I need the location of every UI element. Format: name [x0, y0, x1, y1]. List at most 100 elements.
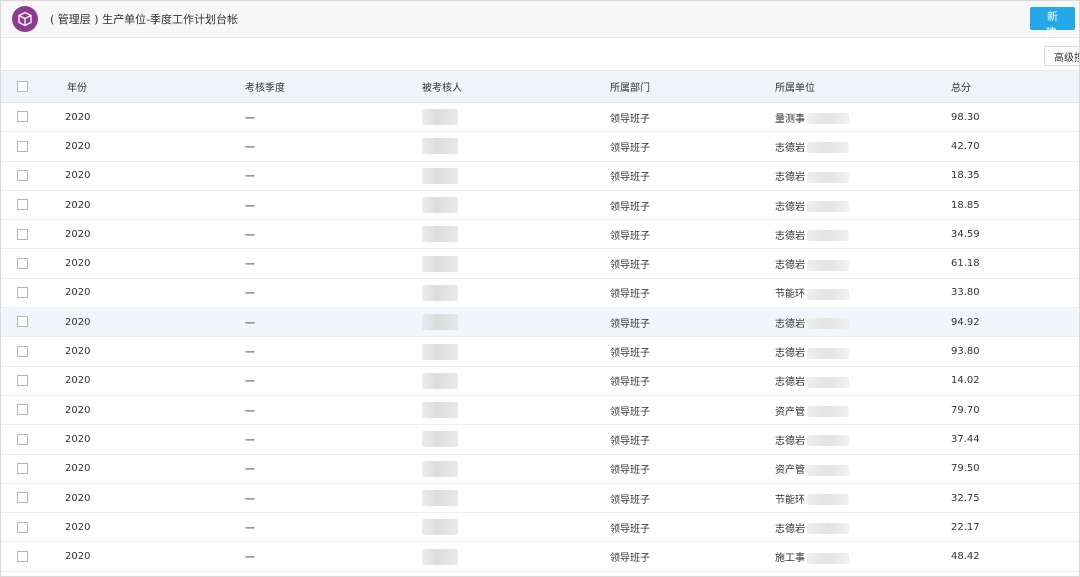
page-title: ( 管理层 ) 生产单位-季度工作计划台帐: [50, 13, 239, 26]
table-row[interactable]: 2020 一 领导班子 节能环 32.75: [1, 483, 1079, 513]
cell-year: 2020: [65, 170, 91, 182]
cell-unit: 志德岩: [775, 190, 951, 219]
row-checkbox[interactable]: [17, 404, 28, 416]
redacted-name: [422, 372, 458, 389]
table-row[interactable]: 2020 一 领导班子 志德岩 22.17: [1, 513, 1079, 542]
table-row[interactable]: 2020 一 领导班子 志德岩 37.44: [1, 425, 1079, 455]
redacted-unit: [807, 406, 849, 418]
column-header-unit[interactable]: 所属单位: [775, 70, 951, 103]
column-header-score[interactable]: 总分: [951, 70, 1079, 103]
table-row[interactable]: 2020 一 领导班子 志德岩 61.18: [1, 249, 1079, 279]
row-checkbox[interactable]: [17, 140, 28, 152]
row-checkbox[interactable]: [17, 550, 28, 562]
cell-score: 37.44: [951, 433, 980, 445]
row-select-cell: [1, 220, 65, 249]
cell-unit: 志德岩: [775, 337, 951, 366]
row-checkbox[interactable]: [17, 287, 28, 299]
row-checkbox[interactable]: [17, 462, 28, 474]
cell-person: [422, 161, 610, 190]
table-row[interactable]: 2020 一 领导班子 节能环 33.80: [1, 278, 1079, 308]
redacted-unit: [807, 142, 849, 154]
table-row[interactable]: 2020 一 领导班子 资产管 79.50: [1, 454, 1079, 484]
table-row[interactable]: 2020 一 领导班子 施工事 48.42: [1, 542, 1079, 572]
row-checkbox[interactable]: [17, 169, 28, 181]
table-row[interactable]: 2020 一 领导班子 志德岩 18.35: [1, 161, 1079, 191]
row-select-cell: [1, 425, 65, 454]
select-all-checkbox[interactable]: [17, 80, 28, 92]
redacted-name: [422, 343, 458, 360]
column-header-department[interactable]: 所属部门: [610, 70, 775, 103]
advanced-search-button[interactable]: 高级搜: [1044, 46, 1079, 66]
cell-person: [422, 220, 610, 249]
cell-person: [422, 337, 610, 366]
unit-text: 志德岩: [775, 377, 805, 389]
cell-person: [422, 542, 610, 571]
table-row[interactable]: 2020 一 领导班子 志德岩 93.80: [1, 337, 1079, 367]
cell-person: [422, 190, 610, 219]
redacted-unit: [807, 464, 849, 476]
column-header-year[interactable]: 年份: [65, 70, 245, 103]
row-select-cell: [1, 337, 65, 366]
table-row[interactable]: 2020 一 领导班子 志德岩 94.92: [1, 307, 1079, 337]
cell-unit: 志德岩: [775, 366, 951, 395]
row-checkbox[interactable]: [17, 111, 28, 123]
cell-person: [422, 454, 610, 483]
cell-year: 2020: [65, 521, 91, 533]
cell-department: 领导班子: [610, 435, 650, 447]
redacted-name: [422, 548, 458, 565]
unit-text: 资产管: [775, 465, 805, 477]
row-checkbox[interactable]: [17, 345, 28, 357]
cell-year: 2020: [65, 199, 91, 211]
toolbar: 高级搜: [1, 38, 1079, 70]
column-header-person[interactable]: 被考核人: [422, 70, 610, 103]
redacted-unit: [807, 201, 849, 213]
redacted-unit: [807, 376, 849, 388]
cell-unit: 节能环: [775, 483, 951, 512]
cell-quarter: 一: [245, 465, 255, 477]
row-checkbox[interactable]: [17, 433, 28, 445]
row-checkbox[interactable]: [17, 257, 28, 269]
redacted-name: [422, 138, 458, 155]
cell-year: 2020: [65, 404, 91, 416]
redacted-name: [422, 255, 458, 272]
column-header-quarter[interactable]: 考核季度: [245, 70, 422, 103]
cell-person: [422, 513, 610, 542]
cell-unit: 志德岩: [775, 425, 951, 454]
cell-score: 34.59: [951, 228, 980, 240]
redacted-name: [422, 197, 458, 214]
cell-quarter: 一: [245, 230, 255, 242]
cell-score: 33.80: [951, 287, 980, 299]
cell-score: 79.70: [951, 404, 980, 416]
row-checkbox[interactable]: [17, 199, 28, 211]
cell-score: 22.17: [951, 521, 980, 533]
cell-score: 18.85: [951, 199, 980, 211]
table-row[interactable]: 2020 一 领导班子 志德岩 42.70: [1, 132, 1079, 162]
row-checkbox[interactable]: [17, 521, 28, 533]
cell-score: 94.92: [951, 316, 980, 328]
new-button[interactable]: 新 建: [1030, 7, 1075, 39]
table-row[interactable]: 2020 一 领导班子 志德岩 14.02: [1, 366, 1079, 396]
cell-department: 领导班子: [610, 230, 650, 242]
cell-person: [422, 249, 610, 278]
row-checkbox[interactable]: [17, 492, 28, 504]
unit-text: 志德岩: [775, 435, 805, 447]
cell-department: 领导班子: [610, 113, 650, 125]
cell-quarter: 一: [245, 553, 255, 565]
row-select-cell: [1, 454, 65, 483]
unit-text: 资产管: [775, 406, 805, 418]
table-row[interactable]: 2020 一 领导班子 志德岩 34.59: [1, 220, 1079, 249]
cell-person: [422, 308, 610, 337]
cell-department: 领导班子: [610, 494, 650, 506]
row-checkbox[interactable]: [17, 228, 28, 240]
table-row[interactable]: 2020 一 领导班子 资产管 79.70: [1, 395, 1079, 425]
cell-score: 98.30: [951, 111, 980, 123]
cell-person: [422, 278, 610, 307]
table-row[interactable]: 2020 一 领导班子 志德岩 18.85: [1, 190, 1079, 220]
table-row[interactable]: 2020 一 领导班子 量测事 98.30: [1, 103, 1079, 132]
cell-quarter: 一: [245, 142, 255, 154]
cell-unit: 志德岩: [775, 132, 951, 161]
cell-score: 48.42: [951, 551, 980, 563]
redacted-unit: [807, 552, 849, 564]
row-checkbox[interactable]: [17, 316, 28, 328]
row-checkbox[interactable]: [17, 375, 28, 387]
